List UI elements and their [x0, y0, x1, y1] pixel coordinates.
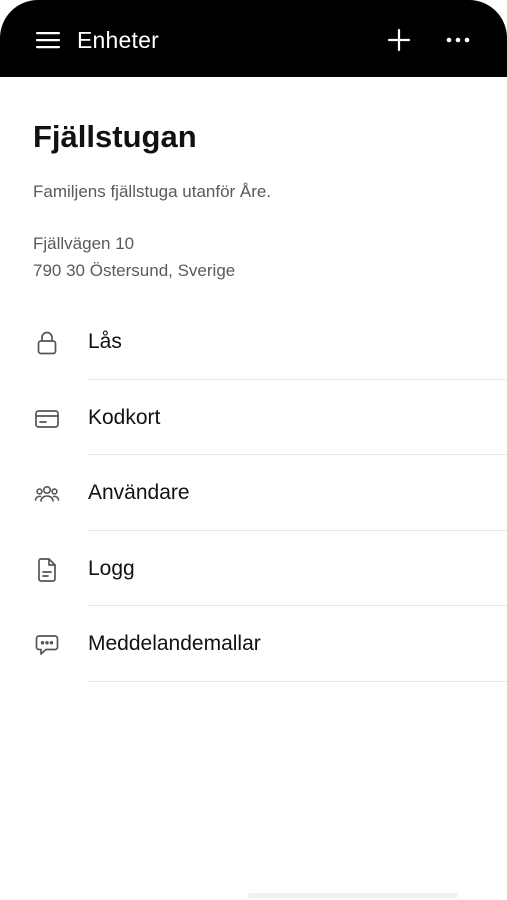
- menu-item-label: Meddelandemallar: [88, 632, 261, 655]
- address-line-2: 790 30 Östersund, Sverige: [33, 261, 236, 280]
- menu-button[interactable]: [30, 22, 66, 58]
- menu-item-meddelandemallar[interactable]: Meddelandemallar: [0, 606, 507, 682]
- divider: [88, 680, 507, 682]
- address-line-1: Fjällvägen 10: [33, 234, 135, 253]
- device-details-screen: Enheter Fjällstugan Familjens fjällstuga…: [0, 0, 507, 900]
- menu-item-label: Användare: [88, 481, 190, 504]
- device-name: Fjällstugan: [33, 119, 197, 154]
- document-icon: [34, 557, 60, 583]
- more-horizontal-icon: [446, 37, 470, 43]
- menu-item-logg[interactable]: Logg: [0, 531, 507, 606]
- menu-item-kodkort[interactable]: Kodkort: [0, 380, 507, 455]
- menu-item-las[interactable]: Lås: [0, 304, 507, 380]
- card-icon: [34, 406, 60, 432]
- menu-item-label: Logg: [88, 556, 135, 580]
- menu-item-label: Lås: [88, 330, 122, 353]
- page-title: Enheter: [77, 27, 159, 53]
- more-options-button[interactable]: [440, 22, 476, 58]
- message-icon: [34, 632, 60, 658]
- add-button[interactable]: [381, 22, 417, 58]
- device-address: Fjällvägen 10 790 30 Östersund, Sverige: [33, 230, 235, 284]
- lock-icon: [34, 330, 60, 356]
- menu-item-label: Kodkort: [88, 405, 161, 429]
- plus-icon: [388, 29, 410, 51]
- app-bar: Enheter: [0, 0, 507, 77]
- device-menu-list: Lås Kodkort Användare Logg Meddelandemal…: [0, 304, 507, 682]
- home-indicator: [248, 893, 458, 898]
- users-icon: [34, 481, 60, 507]
- hamburger-menu-icon: [36, 32, 60, 49]
- menu-item-anvandare[interactable]: Användare: [0, 455, 507, 531]
- device-description: Familjens fjällstuga utanför Åre.: [33, 182, 272, 201]
